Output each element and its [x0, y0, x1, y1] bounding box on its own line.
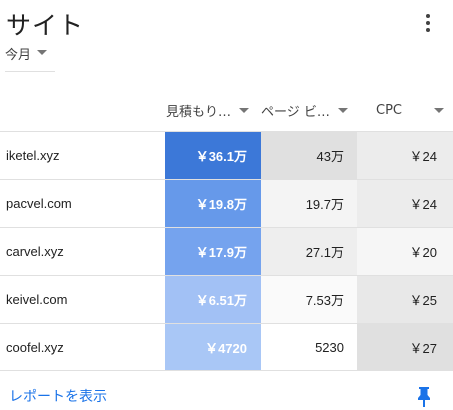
- estimate-cell: ￥4720: [165, 324, 261, 370]
- pageviews-cell: 7.53万: [261, 276, 357, 323]
- column-header-label: ページ ビ…: [261, 104, 330, 120]
- site-cell: keivel.com: [6, 292, 68, 307]
- card-title: サイト: [6, 11, 85, 40]
- cpc-cell: ￥24: [357, 132, 453, 179]
- caret-down-icon: [37, 50, 48, 55]
- caret-down-icon: [239, 107, 250, 113]
- column-header-cpc[interactable]: CPC: [376, 90, 453, 130]
- column-header-pageviews[interactable]: ページ ビ…: [261, 90, 355, 130]
- pin-icon-shape: [418, 387, 430, 407]
- table-row: keivel.com ￥6.51万 7.53万 ￥25: [0, 275, 453, 323]
- table-header: 見積もり… ページ ビ… CPC: [0, 90, 453, 130]
- more-vert-icon[interactable]: [421, 12, 435, 34]
- estimate-cell: ￥17.9万: [165, 228, 261, 275]
- table-row: iketel.xyz ￥36.1万 43万 ￥24: [0, 131, 453, 179]
- site-cell: iketel.xyz: [6, 148, 60, 163]
- table-row: carvel.xyz ￥17.9万 27.1万 ￥20: [0, 227, 453, 275]
- site-cell: pacvel.com: [6, 196, 72, 211]
- site-cell: carvel.xyz: [6, 244, 64, 259]
- column-header-label: CPC: [376, 102, 402, 118]
- view-report-link[interactable]: レポートを表示: [9, 386, 107, 406]
- caret-down-icon: [337, 107, 348, 113]
- site-cell: coofel.xyz: [6, 339, 64, 355]
- period-dropdown[interactable]: 今月: [5, 44, 55, 72]
- table-row: pacvel.com ￥19.8万 19.7万 ￥24: [0, 179, 453, 227]
- cpc-cell: ￥25: [357, 276, 453, 323]
- pageviews-cell: 27.1万: [261, 228, 357, 275]
- estimate-cell: ￥36.1万: [165, 132, 261, 179]
- estimate-cell: ￥19.8万: [165, 180, 261, 227]
- table-row: coofel.xyz ￥4720 5230 ￥27: [0, 323, 453, 371]
- column-header-label: 見積もり…: [166, 104, 232, 120]
- cpc-cell: ￥27: [357, 324, 453, 370]
- pin-icon[interactable]: [416, 386, 432, 408]
- cpc-cell: ￥20: [357, 228, 453, 275]
- caret-down-icon: [434, 107, 444, 113]
- estimate-cell: ￥6.51万: [165, 276, 261, 323]
- pageviews-cell: 5230: [261, 324, 357, 370]
- sites-table: iketel.xyz ￥36.1万 43万 ￥24 pacvel.com ￥19…: [0, 131, 453, 371]
- pageviews-cell: 43万: [261, 132, 357, 179]
- period-label: 今月: [5, 48, 32, 63]
- column-header-estimate[interactable]: 見積もり…: [166, 90, 260, 130]
- cpc-cell: ￥24: [357, 180, 453, 227]
- pageviews-cell: 19.7万: [261, 180, 357, 227]
